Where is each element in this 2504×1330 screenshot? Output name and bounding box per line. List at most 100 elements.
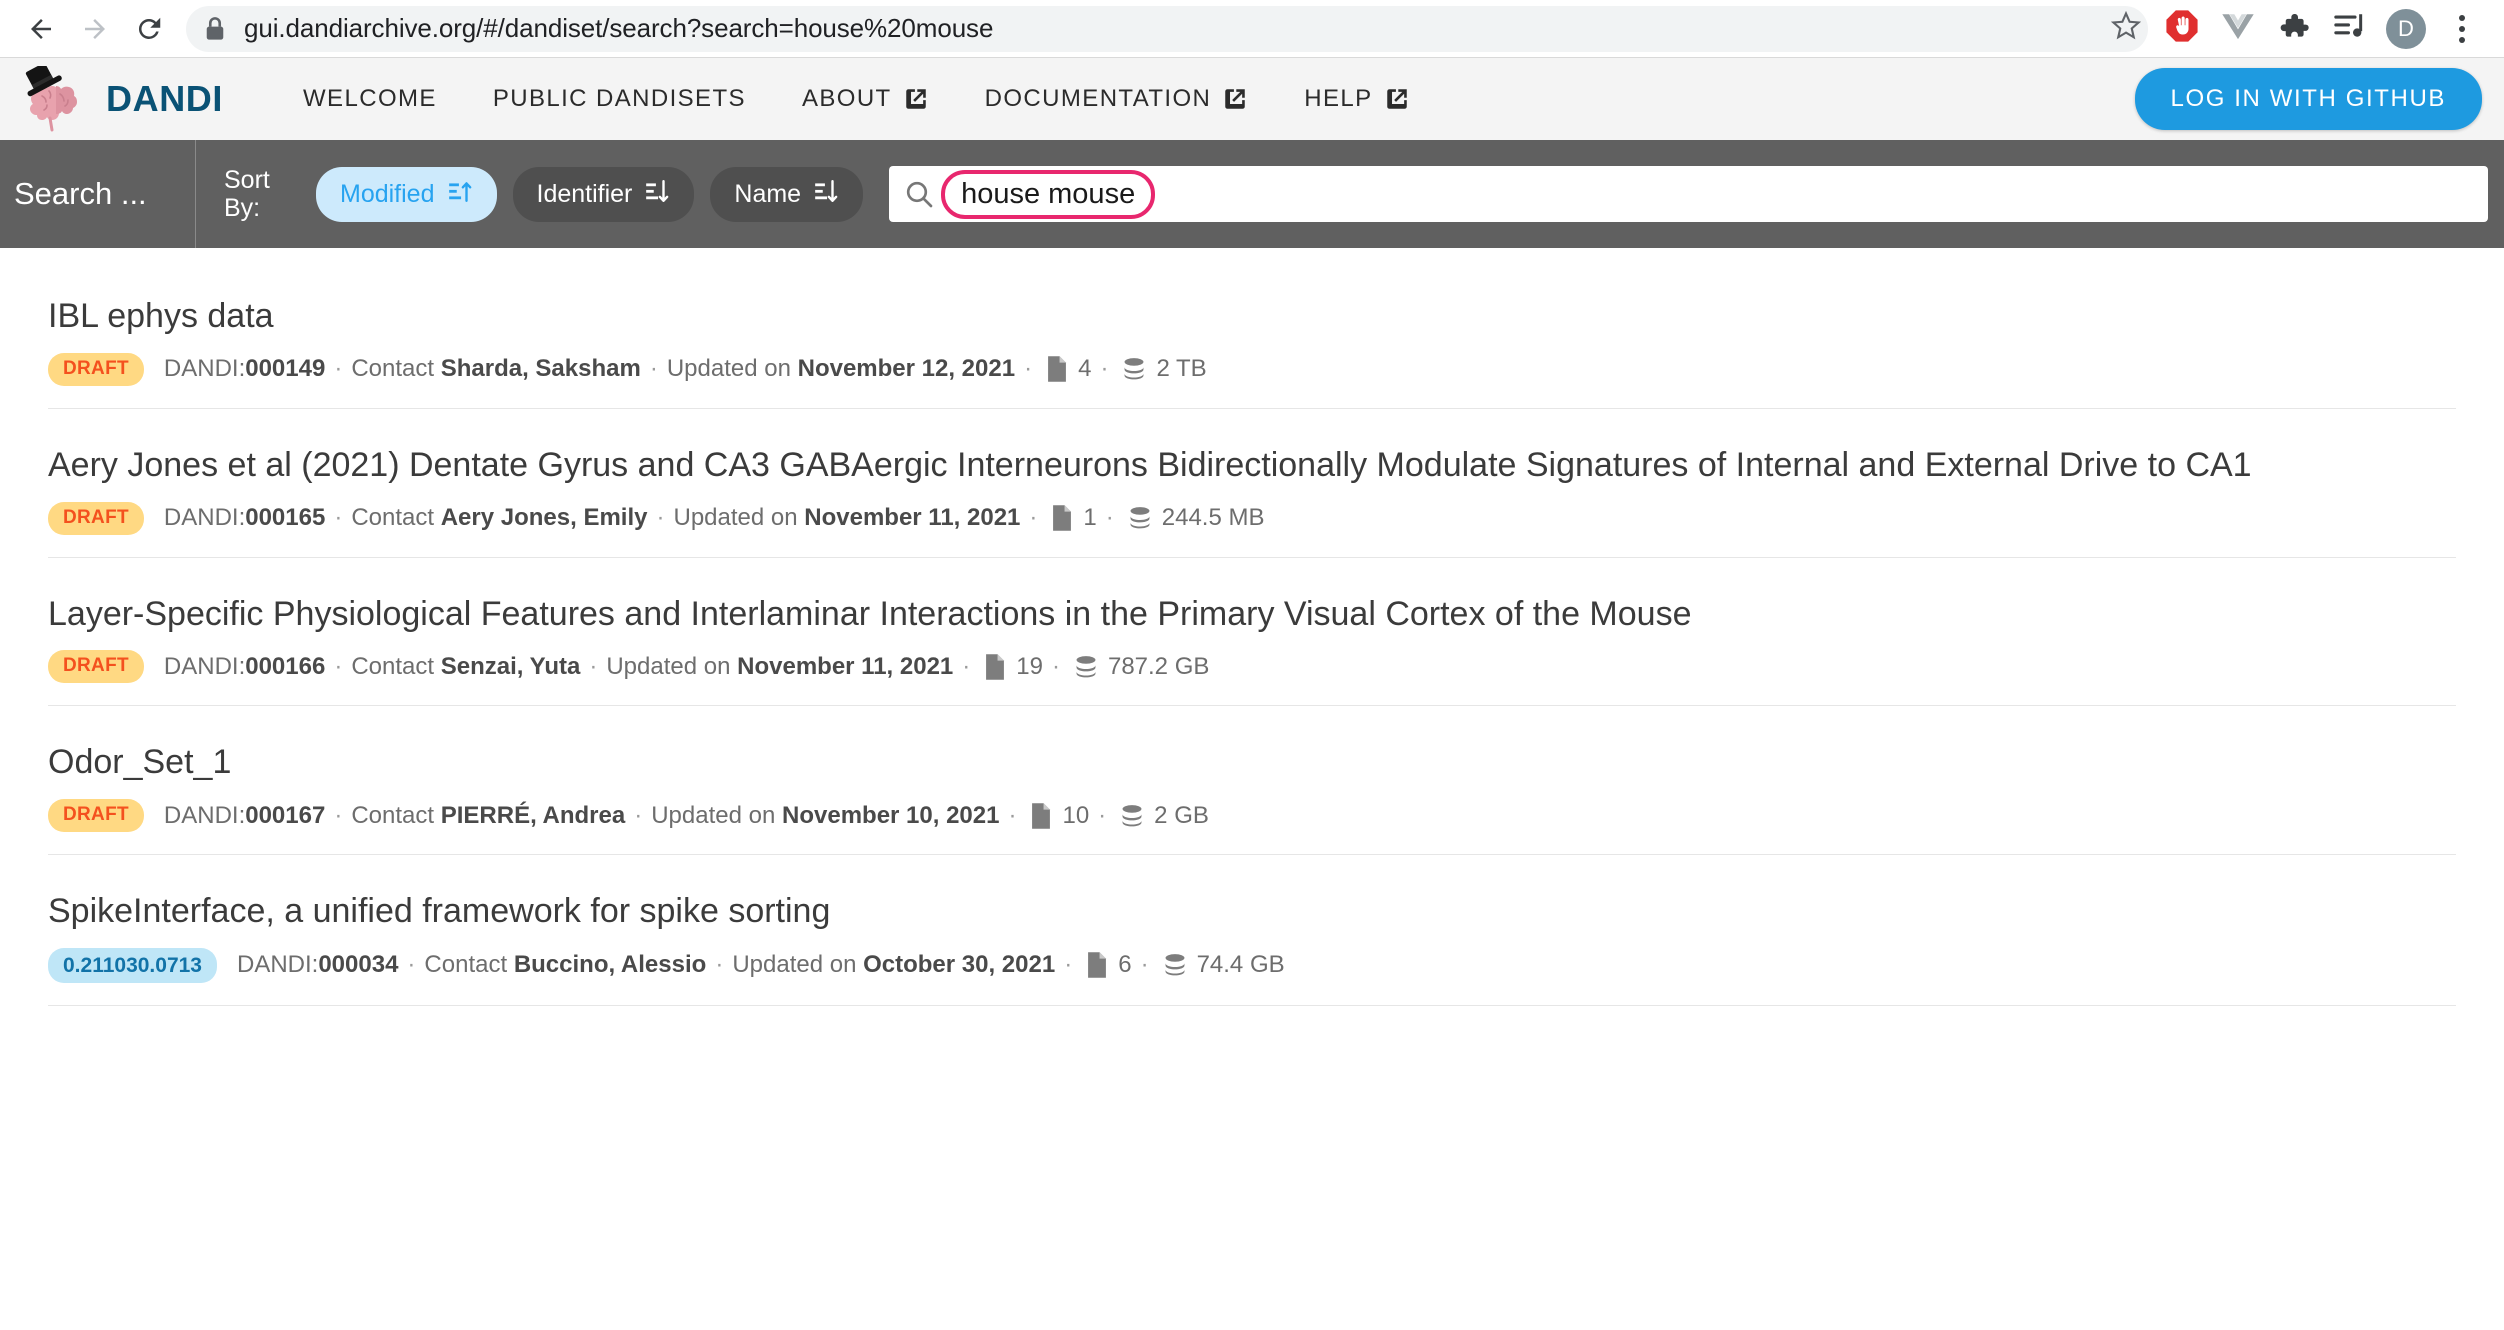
search-input[interactable]: house mouse <box>961 178 1135 211</box>
contact-label: Contact <box>351 653 434 681</box>
file-count: 19 <box>1016 653 1043 681</box>
file-icon <box>1050 504 1074 532</box>
updated-label: Updated on <box>732 951 856 979</box>
contact-name: Senzai, Yuta <box>441 653 581 681</box>
separator: · <box>1024 355 1032 383</box>
media-playlist-button[interactable] <box>2322 1 2378 57</box>
separator: · <box>1100 355 1108 383</box>
nav-item-welcome[interactable]: WELCOME <box>275 85 465 113</box>
sort-descending-icon <box>644 178 670 211</box>
extensions-puzzle-icon <box>2278 10 2310 47</box>
dandiset-meta: DRAFT DANDI:000149 · Contact Sharda, Sak… <box>48 353 2456 386</box>
browser-menu-button[interactable] <box>2434 1 2490 57</box>
status-badge: DRAFT <box>48 353 144 386</box>
file-count: 1 <box>1083 504 1096 532</box>
search-box[interactable]: house mouse <box>889 166 2488 222</box>
dandiset-row[interactable]: SpikeInterface, a unified framework for … <box>48 855 2456 1006</box>
extension-icons: D <box>2154 1 2490 57</box>
separator: · <box>1098 802 1106 830</box>
sort-chip-group: Modified Identifier <box>316 167 863 222</box>
site-header: DANDI WELCOME PUBLIC DANDISETS ABOUT DOC… <box>0 58 2504 140</box>
adblock-button[interactable] <box>2154 1 2210 57</box>
dataset-size: 2 GB <box>1154 802 1209 830</box>
nav-item-help[interactable]: HELP <box>1276 85 1437 113</box>
address-bar[interactable]: gui.dandiarchive.org/#/dandiset/search?s… <box>186 6 2148 52</box>
identifier-value: 000167 <box>245 802 325 830</box>
nav-label: HELP <box>1304 85 1372 113</box>
updated-date: November 10, 2021 <box>782 802 999 830</box>
separator: · <box>1029 504 1037 532</box>
database-size-icon <box>1119 803 1145 829</box>
extensions-button[interactable] <box>2266 1 2322 57</box>
separator: · <box>1052 653 1060 681</box>
status-badge: DRAFT <box>48 650 144 683</box>
identifier-label: DANDI: <box>164 355 245 383</box>
dataset-size: 244.5 MB <box>1162 504 1265 532</box>
separator: · <box>334 504 342 532</box>
file-icon <box>1085 951 1109 979</box>
dataset-size: 2 TB <box>1156 355 1206 383</box>
external-link-icon <box>903 86 929 112</box>
separator: · <box>656 504 664 532</box>
database-size-icon <box>1162 952 1188 978</box>
database-size-icon <box>1127 505 1153 531</box>
contact-label: Contact <box>351 802 434 830</box>
updated-label: Updated on <box>667 355 791 383</box>
brand-home-link[interactable]: DANDI <box>20 66 223 132</box>
separator: · <box>407 951 415 979</box>
sort-by-label: Sort By: <box>224 166 304 223</box>
updated-label: Updated on <box>673 504 797 532</box>
dandiset-title[interactable]: IBL ephys data <box>48 294 2456 339</box>
dandi-brain-tophat-logo <box>20 66 94 132</box>
sort-chip-modified[interactable]: Modified <box>316 167 497 222</box>
contact-label: Contact <box>351 355 434 383</box>
status-badge: DRAFT <box>48 799 144 832</box>
file-icon <box>983 653 1007 681</box>
back-button[interactable] <box>14 2 68 56</box>
brand-name: DANDI <box>106 78 223 120</box>
nav-item-about[interactable]: ABOUT <box>774 85 957 113</box>
login-with-github-button[interactable]: LOG IN WITH GITHUB <box>2135 68 2482 130</box>
status-badge: DRAFT <box>48 502 144 535</box>
sort-chip-identifier[interactable]: Identifier <box>513 167 695 222</box>
dandiset-meta: 0.211030.0713 DANDI:000034 · Contact Buc… <box>48 948 2456 983</box>
updated-date: November 11, 2021 <box>737 653 953 681</box>
dandiset-title[interactable]: Aery Jones et al (2021) Dentate Gyrus an… <box>48 443 2456 488</box>
identifier-label: DANDI: <box>164 653 245 681</box>
profile-button[interactable]: D <box>2378 1 2434 57</box>
updated-date: November 12, 2021 <box>798 355 1015 383</box>
separator: · <box>334 653 342 681</box>
contact-name: PIERRÉ, Andrea <box>441 802 626 830</box>
vue-devtools-icon <box>2221 11 2255 46</box>
nav-item-public-dandisets[interactable]: PUBLIC DANDISETS <box>465 85 774 113</box>
sort-chip-label: Modified <box>340 180 435 209</box>
dandiset-row[interactable]: IBL ephys data DRAFT DANDI:000149 · Cont… <box>48 248 2456 409</box>
dandiset-title[interactable]: Odor_Set_1 <box>48 740 2456 785</box>
search-results-list: IBL ephys data DRAFT DANDI:000149 · Cont… <box>0 248 2504 1006</box>
separator: · <box>334 802 342 830</box>
search-highlight-annotation: house mouse <box>941 170 1155 219</box>
identifier-value: 000166 <box>245 653 325 681</box>
bookmark-button[interactable] <box>2098 6 2154 52</box>
contact-label: Contact <box>424 951 507 979</box>
forward-button[interactable] <box>68 2 122 56</box>
dandiset-row[interactable]: Odor_Set_1 DRAFT DANDI:000167 · Contact … <box>48 706 2456 855</box>
sort-chip-name[interactable]: Name <box>710 167 863 222</box>
sort-descending-icon <box>813 178 839 211</box>
database-size-icon <box>1073 654 1099 680</box>
vue-devtools-button[interactable] <box>2210 1 2266 57</box>
external-link-icon <box>1384 86 1410 112</box>
separator: · <box>650 355 658 383</box>
nav-item-documentation[interactable]: DOCUMENTATION <box>957 85 1277 113</box>
file-icon <box>1029 802 1053 830</box>
nav-label: ABOUT <box>802 85 892 113</box>
dandiset-row[interactable]: Layer-Specific Physiological Features an… <box>48 558 2456 707</box>
back-arrow-icon <box>26 14 56 44</box>
dandiset-title[interactable]: SpikeInterface, a unified framework for … <box>48 889 2456 934</box>
dandiset-title[interactable]: Layer-Specific Physiological Features an… <box>48 592 2456 637</box>
url-text: gui.dandiarchive.org/#/dandiset/search?s… <box>244 13 993 44</box>
contact-label: Contact <box>351 504 434 532</box>
file-count: 4 <box>1078 355 1091 383</box>
dandiset-row[interactable]: Aery Jones et al (2021) Dentate Gyrus an… <box>48 409 2456 558</box>
reload-button[interactable] <box>122 2 176 56</box>
